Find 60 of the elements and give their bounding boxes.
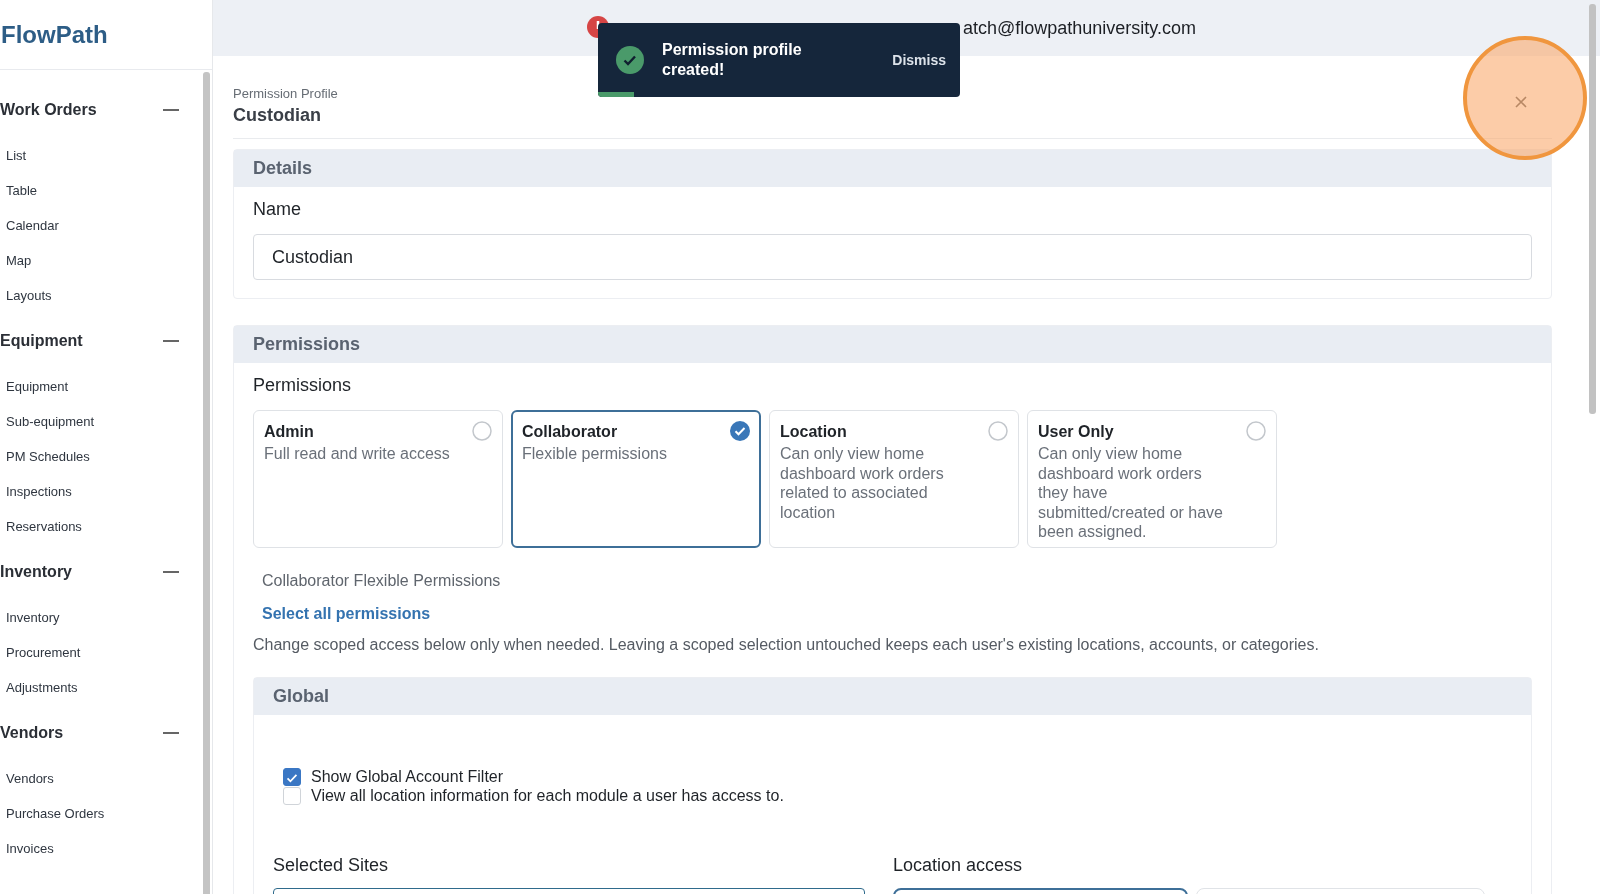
section-heading: Global xyxy=(273,686,329,707)
dismiss-button[interactable]: Dismiss xyxy=(892,52,946,68)
permission-option[interactable]: Location Can only view home dashboard work orders related to associated location xyxy=(769,410,1019,548)
profile-title: Custodian xyxy=(233,105,322,126)
sidebar-item[interactable]: Calendar xyxy=(0,218,190,253)
sidebar-item[interactable]: PM Schedules xyxy=(0,449,190,484)
sidebar-item[interactable]: Purchase Orders xyxy=(0,806,190,841)
field-label: Name xyxy=(253,199,302,220)
sidebar-item[interactable]: Inspections xyxy=(0,484,190,519)
radio-icon[interactable] xyxy=(472,421,492,441)
sidebar-item[interactable]: List xyxy=(0,148,190,183)
close-button[interactable] xyxy=(1515,96,1527,108)
brand-logo[interactable]: FlowPath xyxy=(0,20,108,49)
select-all-link[interactable]: Select all permissions xyxy=(262,605,1532,623)
nav-group-title: Work Orders xyxy=(0,101,97,119)
banner-text: atch@flowpathuniversity.com xyxy=(963,17,1197,39)
scrollbar[interactable] xyxy=(203,72,210,894)
sidebar-item[interactable]: Procurement xyxy=(0,645,190,680)
sidebar-item[interactable]: Map xyxy=(0,253,190,288)
scrollbar[interactable] xyxy=(1589,4,1596,414)
permission-option[interactable]: Admin Full read and write access xyxy=(253,410,503,548)
name-field[interactable]: Custodian xyxy=(253,234,1532,280)
success-icon xyxy=(616,46,644,74)
radio-checked-icon[interactable] xyxy=(730,421,750,441)
permission-option[interactable]: User Only Can only view home dashboard work orders they have submitted/created or have been assigned. xyxy=(1027,410,1277,548)
sidebar-item[interactable]: Invoices xyxy=(0,841,190,876)
sidebar-item[interactable]: Reservations xyxy=(0,519,190,554)
option-description: Can only view home dashboard work orders related to associated location xyxy=(780,444,945,522)
sidebar-item[interactable]: Inventory xyxy=(0,610,190,645)
checkbox-label: Show Global Account Filter xyxy=(311,767,504,786)
sidebar-item[interactable]: Layouts xyxy=(0,288,190,323)
field-label: Permissions xyxy=(253,375,353,396)
nav-group-title: Vendors xyxy=(0,724,64,742)
breadcrumb-label: Permission Profile xyxy=(233,86,339,101)
radio-icon[interactable] xyxy=(988,421,1008,441)
nav-group-title: Inventory xyxy=(0,563,72,581)
option-title: Admin xyxy=(264,423,315,441)
option-description: Flexible permissions xyxy=(522,444,667,464)
checkbox[interactable] xyxy=(283,767,301,786)
sidebar-item[interactable]: Equipment xyxy=(0,379,190,414)
option-title: User Only xyxy=(1038,423,1115,441)
help-text: Change scoped access below only when needed. Leaving a scoped selection untouched keeps each user's existing locations, accounts, or categories. xyxy=(253,636,1320,654)
radio-icon[interactable] xyxy=(1246,421,1266,441)
sidebar-item[interactable]: Vendors xyxy=(0,771,190,806)
subsection-label: Collaborator Flexible Permissions xyxy=(262,572,502,590)
permission-option[interactable]: Collaborator Flexible permissions xyxy=(511,410,761,548)
sidebar-item[interactable]: Sub-equipment xyxy=(0,414,190,449)
toast-message: Permission profile created! xyxy=(662,40,803,80)
sidebar-item[interactable]: Table xyxy=(0,183,190,218)
field-label: Selected Sites xyxy=(273,855,390,876)
checkbox-label: View all location information for each module a user has access to. xyxy=(311,786,784,805)
sidebar-item[interactable]: Adjustments xyxy=(0,680,190,715)
nav-group-title: Equipment xyxy=(0,332,83,350)
option-title: Location xyxy=(780,423,848,441)
section-heading: Details xyxy=(253,158,313,179)
option-description: Can only view home dashboard work orders they have submitted/created or have been assigned. xyxy=(1038,444,1224,542)
option-title: Collaborator xyxy=(522,423,619,441)
section-heading: Permissions xyxy=(253,334,361,355)
option-description: Full read and write access xyxy=(264,444,450,464)
field-label: Location access xyxy=(893,855,1024,876)
